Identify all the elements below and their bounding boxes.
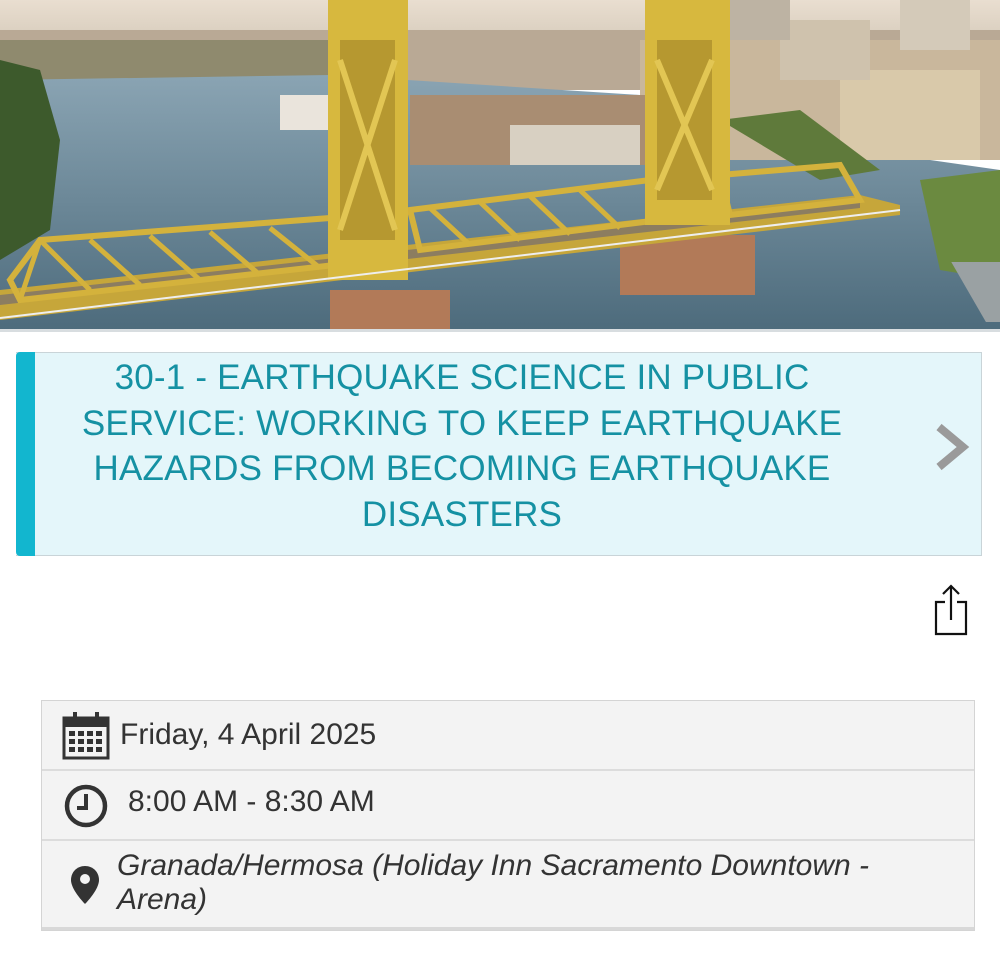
time-row: 8:00 AM - 8:30 AM [42, 771, 974, 841]
session-accent-bar [16, 352, 35, 556]
session-details: Friday, 4 April 2025 8:00 AM - 8:30 AM G… [41, 700, 975, 931]
chevron-right-icon[interactable] [933, 421, 971, 473]
session-location[interactable]: Granada/Hermosa (Holiday Inn Sacramento … [117, 849, 957, 917]
session-card[interactable]: 30-1 - EARTHQUAKE SCIENCE IN PUBLIC SERV… [16, 352, 982, 556]
date-row: Friday, 4 April 2025 [42, 701, 974, 771]
calendar-icon [62, 712, 110, 760]
session-time: 8:00 AM - 8:30 AM [128, 785, 375, 818]
banner-image [0, 0, 1000, 330]
location-row[interactable]: Granada/Hermosa (Holiday Inn Sacramento … [42, 841, 974, 930]
share-icon[interactable] [932, 584, 970, 636]
banner-divider [0, 329, 1000, 332]
session-title: 30-1 - EARTHQUAKE SCIENCE IN PUBLIC SERV… [81, 358, 843, 534]
session-date: Friday, 4 April 2025 [120, 718, 377, 751]
map-pin-icon [71, 866, 99, 904]
clock-icon [64, 784, 108, 828]
